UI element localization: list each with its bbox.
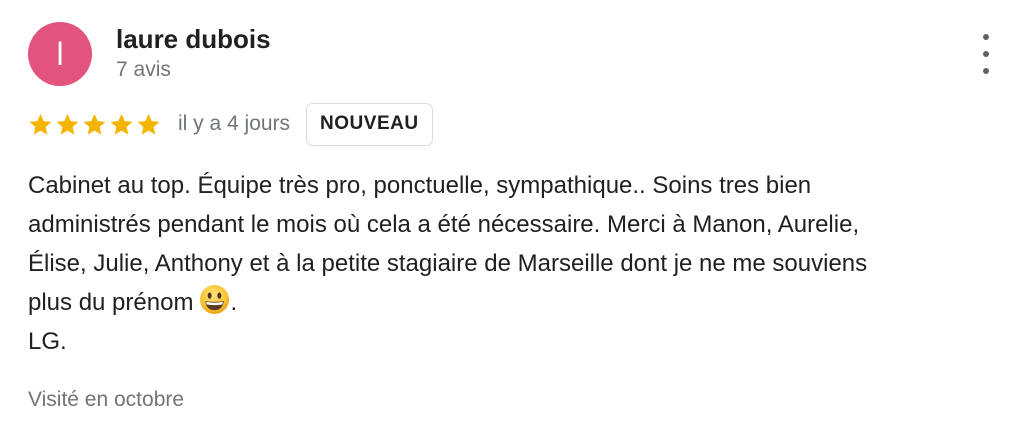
review-line: Élise, Julie, Anthony et à la petite sta… (28, 250, 868, 277)
star-icon (137, 113, 160, 135)
more-vert-icon-dot (983, 68, 989, 74)
review-line-with-emoji: plus du prénom . (28, 283, 1018, 322)
more-vert-icon-dot (983, 51, 989, 57)
avatar-initial: l (56, 35, 64, 72)
new-badge: NOUVEAU (306, 102, 433, 146)
review-line: plus du prénom (28, 289, 194, 316)
review-line: LG. (28, 328, 67, 355)
star-icon (29, 113, 52, 135)
grinning-face-icon (200, 284, 230, 315)
star-icon (110, 113, 133, 135)
visit-date: Visité en octobre (28, 388, 185, 411)
review-text: Cabinet au top. Équipe très pro, ponctue… (28, 166, 1018, 361)
star-icon (83, 113, 106, 135)
review-line: Cabinet au top. Équipe très pro, ponctue… (28, 172, 812, 199)
review-date: il y a 4 jours (178, 112, 291, 135)
star-icon (56, 113, 79, 135)
review-count[interactable]: 7 avis (116, 56, 171, 84)
author-name[interactable]: laure dubois (116, 22, 271, 56)
more-options-button[interactable] (970, 34, 1002, 74)
review-card: l laure dubois 7 avis il y a 4 jours NOU… (0, 0, 1030, 428)
more-vert-icon (983, 34, 989, 40)
review-meta: il y a 4 jours NOUVEAU (28, 102, 433, 146)
star-rating (28, 112, 161, 137)
review-line-end: . (230, 289, 238, 316)
avatar[interactable]: l (28, 22, 92, 86)
review-line: administrés pendant le mois où cela a ét… (28, 211, 860, 238)
